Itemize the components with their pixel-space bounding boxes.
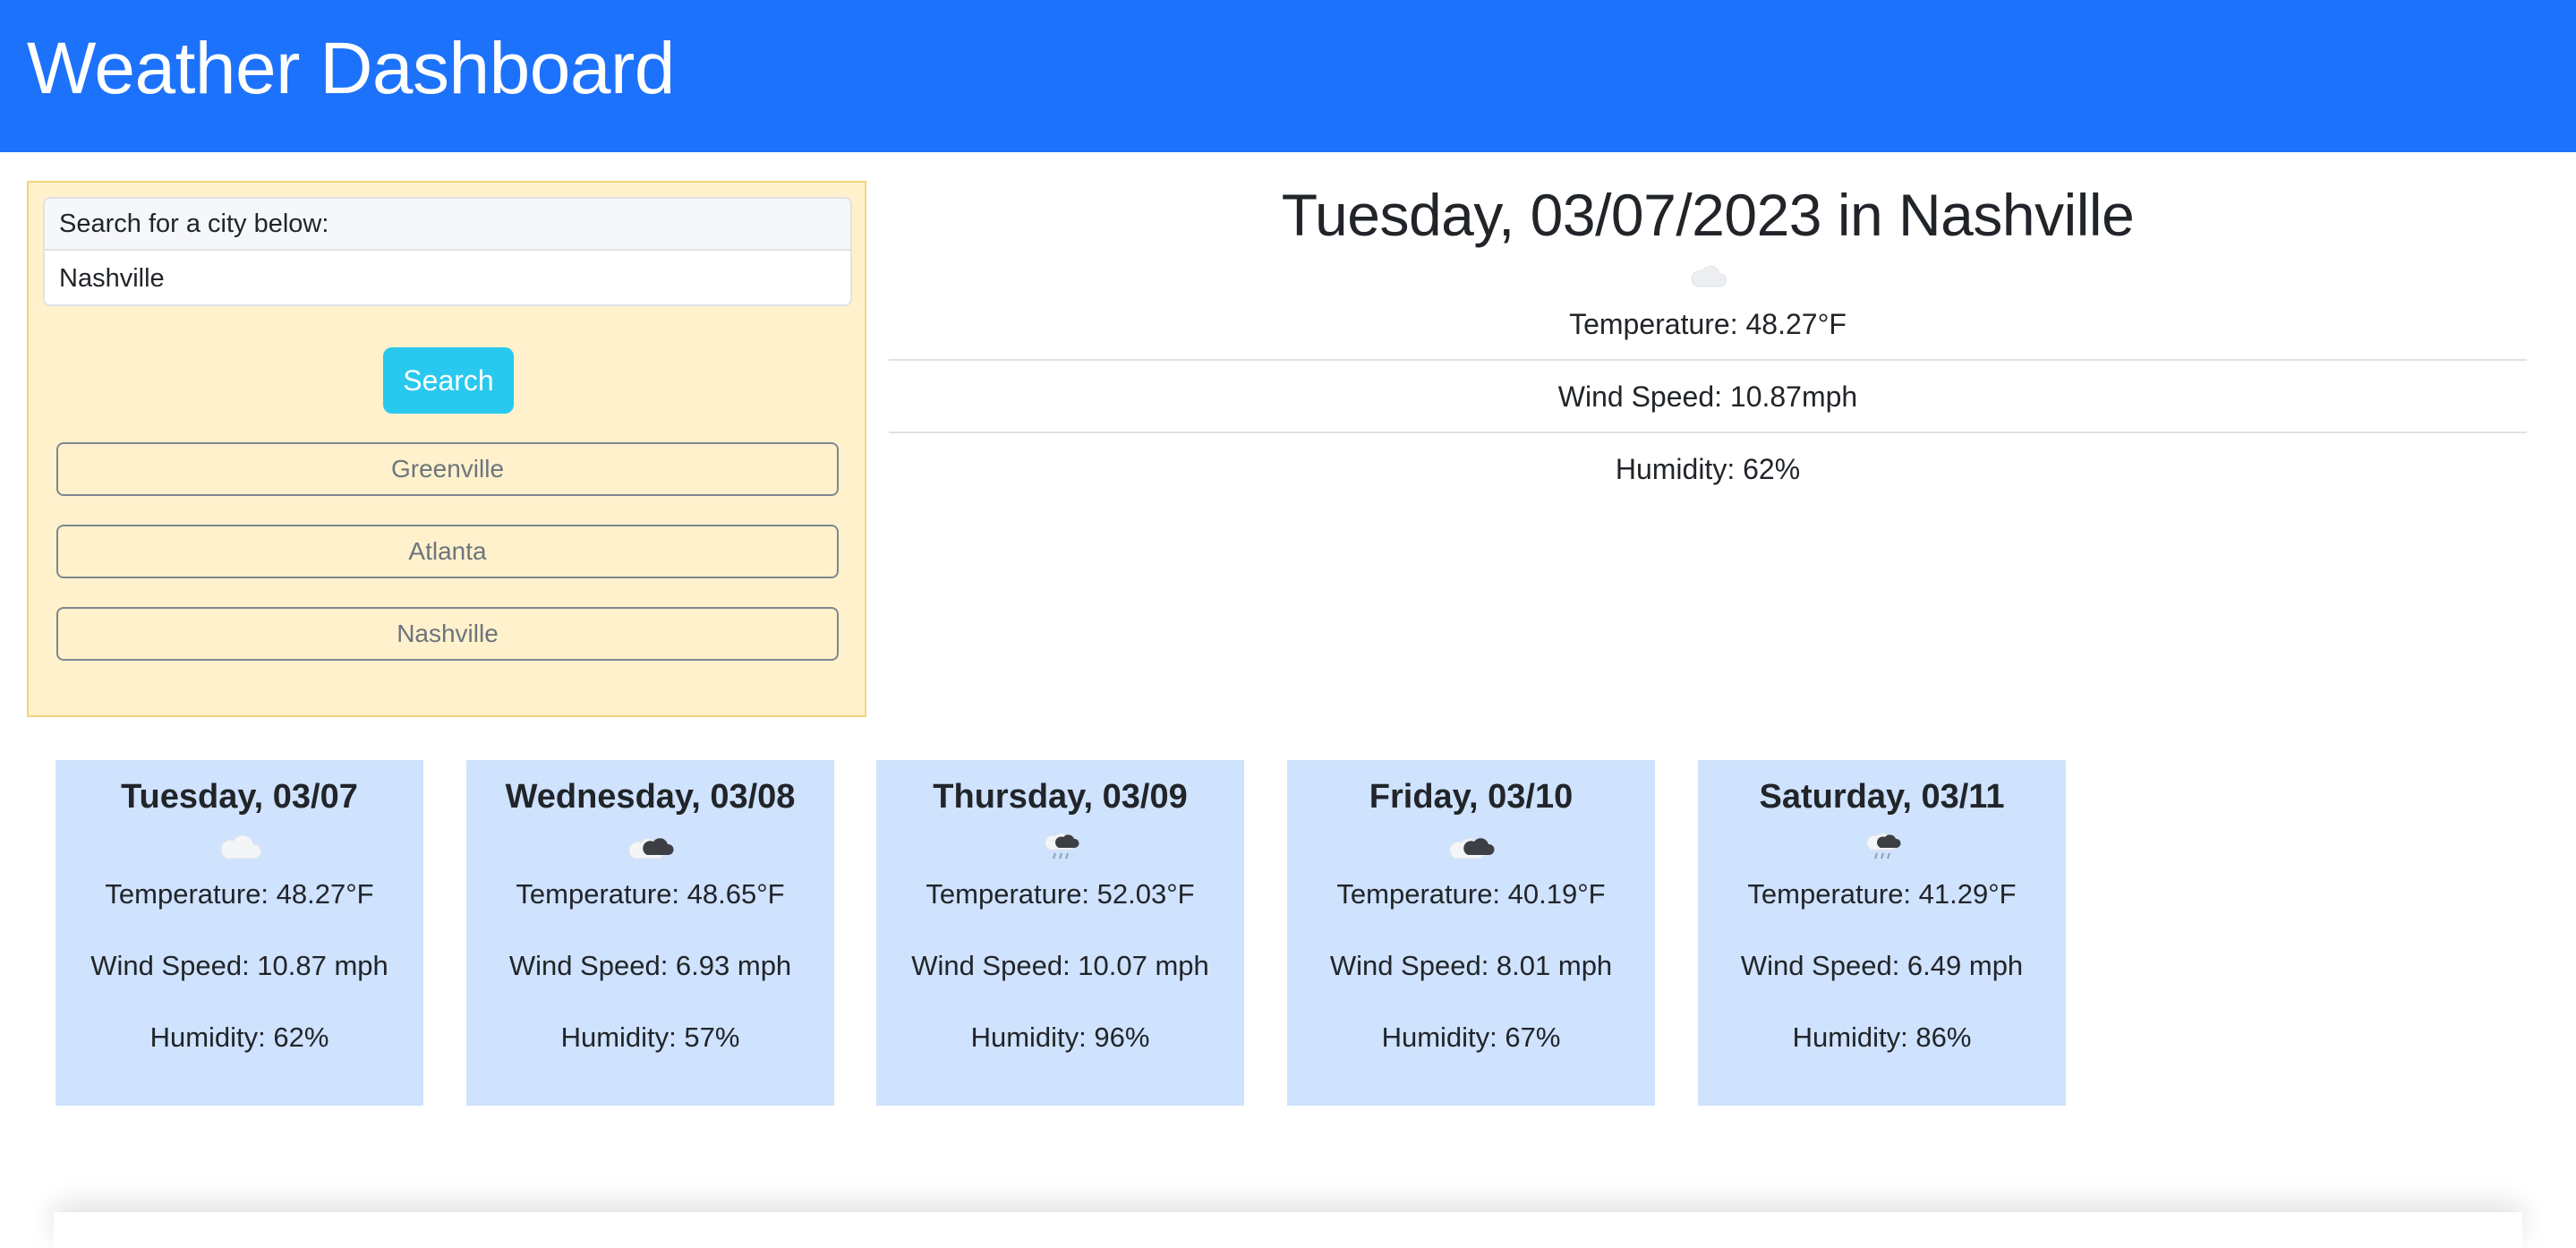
- forecast-humidity: Humidity: 57%: [560, 1021, 740, 1053]
- history-button-nashville[interactable]: Nashville: [56, 607, 839, 661]
- current-wind-speed: Wind Speed: 10.87mph: [889, 361, 2527, 433]
- forecast-card: Saturday, 03/11 Temperature: 41.29°F Win…: [1698, 760, 2066, 1106]
- header-bar: Weather Dashboard: [0, 0, 2576, 152]
- forecast-date: Thursday, 03/09: [933, 778, 1188, 816]
- current-humidity: Humidity: 62%: [1615, 453, 1801, 485]
- forecast-humidity: Humidity: 86%: [1792, 1021, 1972, 1053]
- rain-cloud-icon: [1044, 833, 1079, 859]
- city-search-input[interactable]: [45, 251, 850, 304]
- broken-clouds-icon: [627, 838, 674, 859]
- search-label: Search for a city below:: [45, 199, 850, 251]
- forecast-date: Wednesday, 03/08: [505, 778, 796, 816]
- forecast-date: Tuesday, 03/07: [121, 778, 358, 816]
- forecast-temperature: Temperature: 41.29°F: [1747, 878, 2017, 910]
- forecast-date: Saturday, 03/11: [1759, 778, 2005, 816]
- history-button-greenville[interactable]: Greenville: [56, 442, 839, 496]
- forecast-wind-speed: Wind Speed: 6.93 mph: [508, 950, 792, 981]
- current-weather-title: Tuesday, 03/07/2023 in Nashville: [1281, 182, 2135, 248]
- cloud-icon: [1691, 265, 1727, 287]
- forecast-temperature: Temperature: 52.03°F: [925, 878, 1195, 910]
- forecast-temperature: Temperature: 40.19°F: [1336, 878, 1606, 910]
- history-button-atlanta[interactable]: Atlanta: [56, 525, 839, 578]
- forecast-date: Friday, 03/10: [1369, 778, 1574, 816]
- search-button[interactable]: Search: [383, 347, 514, 414]
- forecast-wind-speed: Wind Speed: 6.49 mph: [1740, 950, 2024, 981]
- current-temperature: Temperature: 48.27°F: [889, 288, 2527, 361]
- forecast-card: Thursday, 03/09 Temperature: 52.03°F Win…: [876, 760, 1244, 1106]
- forecast-wind-speed: Wind Speed: 8.01 mph: [1329, 950, 1613, 981]
- broken-clouds-icon: [1448, 838, 1495, 859]
- rain-cloud-icon: [1865, 833, 1901, 859]
- forecast-card: Tuesday, 03/07 Temperature: 48.27°F Wind…: [55, 760, 423, 1106]
- current-weather: Tuesday, 03/07/2023 in Nashville Tempera…: [889, 170, 2527, 506]
- cloud-icon: [219, 834, 261, 859]
- forecast-humidity: Humidity: 67%: [1381, 1021, 1561, 1053]
- forecast-humidity: Humidity: 96%: [970, 1021, 1150, 1053]
- forecast-humidity: Humidity: 62%: [149, 1021, 329, 1053]
- forecast-wind-speed: Wind Speed: 10.07 mph: [911, 950, 1209, 981]
- search-input-group: Search for a city below:: [43, 197, 852, 306]
- forecast-wind-speed: Wind Speed: 10.87 mph: [90, 950, 388, 981]
- forecast-card: Wednesday, 03/08 Temperature: 48.65°F Wi…: [466, 760, 834, 1106]
- footer-edge: [54, 1212, 2522, 1248]
- forecast-temperature: Temperature: 48.65°F: [516, 878, 785, 910]
- search-panel: Search for a city below: Search Greenvil…: [27, 181, 866, 717]
- page-title: Weather Dashboard: [27, 28, 675, 109]
- forecast-card: Friday, 03/10 Temperature: 40.19°F Wind …: [1287, 760, 1655, 1106]
- forecast-temperature: Temperature: 48.27°F: [105, 878, 374, 910]
